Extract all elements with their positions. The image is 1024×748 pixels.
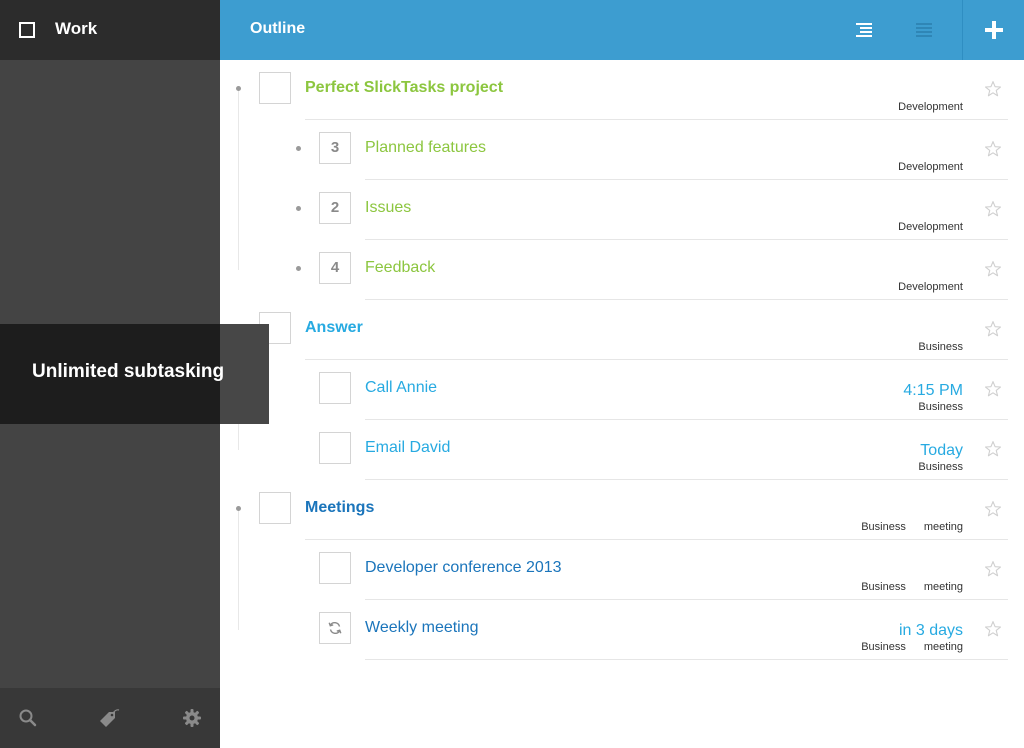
subtask-count: 3 bbox=[330, 139, 340, 156]
task-title[interactable]: Feedback bbox=[365, 259, 435, 277]
feature-callout-tail bbox=[220, 324, 269, 424]
subtask-count-box[interactable]: 4 bbox=[319, 252, 351, 284]
star-icon[interactable] bbox=[984, 200, 1002, 218]
feature-callout-text: Unlimited subtasking bbox=[32, 361, 225, 382]
outline-view-icon[interactable] bbox=[854, 20, 874, 40]
task-title[interactable]: Planned features bbox=[365, 139, 486, 157]
sidebar-footer bbox=[0, 688, 220, 748]
search-icon[interactable] bbox=[16, 706, 40, 730]
task-tag[interactable]: meeting bbox=[924, 581, 963, 593]
task-row[interactable]: Weekly meeting in 3 days Business meeting bbox=[220, 600, 1024, 660]
task-checkbox[interactable] bbox=[319, 552, 351, 584]
repeat-task-checkbox[interactable] bbox=[319, 612, 351, 644]
task-title[interactable]: Perfect SlickTasks project bbox=[305, 79, 503, 97]
header-divider bbox=[962, 0, 963, 60]
task-outline: Perfect SlickTasks project Development 3 Pl… bbox=[220, 60, 1024, 748]
task-title[interactable]: Issues bbox=[365, 199, 411, 217]
task-row[interactable]: Perfect SlickTasks project Development bbox=[220, 60, 1024, 120]
task-title[interactable]: Answer bbox=[305, 319, 363, 337]
tree-bullet[interactable] bbox=[236, 86, 241, 91]
tree-bullet[interactable] bbox=[296, 206, 301, 211]
star-icon[interactable] bbox=[984, 260, 1002, 278]
sidebar-header[interactable]: Work bbox=[0, 0, 220, 60]
task-tags: Business meeting bbox=[861, 521, 963, 533]
task-tag[interactable]: Business bbox=[918, 341, 963, 353]
task-row[interactable]: 4 Feedback Development bbox=[220, 240, 1024, 300]
star-icon[interactable] bbox=[984, 560, 1002, 578]
task-title[interactable]: Developer conference 2013 bbox=[365, 559, 562, 577]
task-due: Today bbox=[920, 442, 963, 459]
task-tag[interactable]: Business bbox=[918, 461, 963, 473]
row-divider bbox=[365, 659, 1008, 660]
task-tags: Development bbox=[898, 221, 963, 233]
task-row[interactable]: Meetings Business meeting bbox=[220, 480, 1024, 540]
star-icon[interactable] bbox=[984, 80, 1002, 98]
task-tag[interactable]: Business bbox=[918, 401, 963, 413]
task-checkbox[interactable] bbox=[259, 72, 291, 104]
star-icon[interactable] bbox=[984, 500, 1002, 518]
task-tag[interactable]: Business bbox=[861, 581, 906, 593]
task-tag[interactable]: meeting bbox=[924, 521, 963, 533]
star-icon[interactable] bbox=[984, 440, 1002, 458]
task-tag[interactable]: Business bbox=[861, 521, 906, 533]
task-due: in 3 days bbox=[898, 622, 963, 639]
task-title[interactable]: Call Annie bbox=[365, 379, 437, 397]
star-icon[interactable] bbox=[984, 320, 1002, 338]
tag-icon[interactable] bbox=[97, 706, 121, 730]
task-tag[interactable]: Development bbox=[898, 281, 963, 293]
task-title[interactable]: Weekly meeting bbox=[365, 619, 479, 637]
subtask-count-box[interactable]: 3 bbox=[319, 132, 351, 164]
subtask-count: 4 bbox=[330, 259, 340, 276]
gear-icon[interactable] bbox=[180, 706, 204, 730]
task-row[interactable]: Answer Business bbox=[220, 300, 1024, 360]
tree-bullet[interactable] bbox=[296, 266, 301, 271]
subtask-count: 2 bbox=[330, 199, 340, 216]
task-tags: Business meeting bbox=[861, 641, 963, 653]
task-due: 4:15 PM bbox=[903, 382, 963, 399]
task-tag[interactable]: Business bbox=[861, 641, 906, 653]
star-icon[interactable] bbox=[984, 140, 1002, 158]
task-tags: Business meeting bbox=[861, 581, 963, 593]
subtask-count-box[interactable]: 2 bbox=[319, 192, 351, 224]
task-tags: Development bbox=[898, 101, 963, 113]
tree-bullet[interactable] bbox=[296, 146, 301, 151]
task-title[interactable]: Meetings bbox=[305, 499, 374, 517]
task-title[interactable]: Email David bbox=[365, 439, 450, 457]
task-tag[interactable]: Development bbox=[898, 161, 963, 173]
task-tag[interactable]: Development bbox=[898, 221, 963, 233]
task-checkbox[interactable] bbox=[259, 492, 291, 524]
header-bar: Outline bbox=[220, 0, 1024, 60]
task-tags: Business bbox=[918, 461, 963, 473]
task-row[interactable]: Email David Today Business bbox=[220, 420, 1024, 480]
task-row[interactable]: 2 Issues Development bbox=[220, 180, 1024, 240]
task-tag[interactable]: meeting bbox=[924, 641, 963, 653]
task-tags: Business bbox=[918, 401, 963, 413]
tree-bullet[interactable] bbox=[236, 506, 241, 511]
task-checkbox[interactable] bbox=[319, 372, 351, 404]
task-row[interactable]: Call Annie 4:15 PM Business bbox=[220, 360, 1024, 420]
task-tags: Business bbox=[918, 341, 963, 353]
list-title: Work bbox=[55, 19, 98, 38]
list-view-icon[interactable] bbox=[914, 20, 934, 40]
task-row[interactable]: Developer conference 2013 Business meeting bbox=[220, 540, 1024, 600]
task-checkbox[interactable] bbox=[319, 432, 351, 464]
task-tags: Development bbox=[898, 161, 963, 173]
task-tag[interactable]: Development bbox=[898, 101, 963, 113]
star-icon[interactable] bbox=[984, 620, 1002, 638]
star-icon[interactable] bbox=[984, 380, 1002, 398]
add-icon[interactable] bbox=[982, 18, 1006, 42]
task-tags: Development bbox=[898, 281, 963, 293]
page-title: Outline bbox=[250, 20, 306, 37]
list-checkbox-icon bbox=[19, 22, 35, 38]
task-row[interactable]: 3 Planned features Development bbox=[220, 120, 1024, 180]
